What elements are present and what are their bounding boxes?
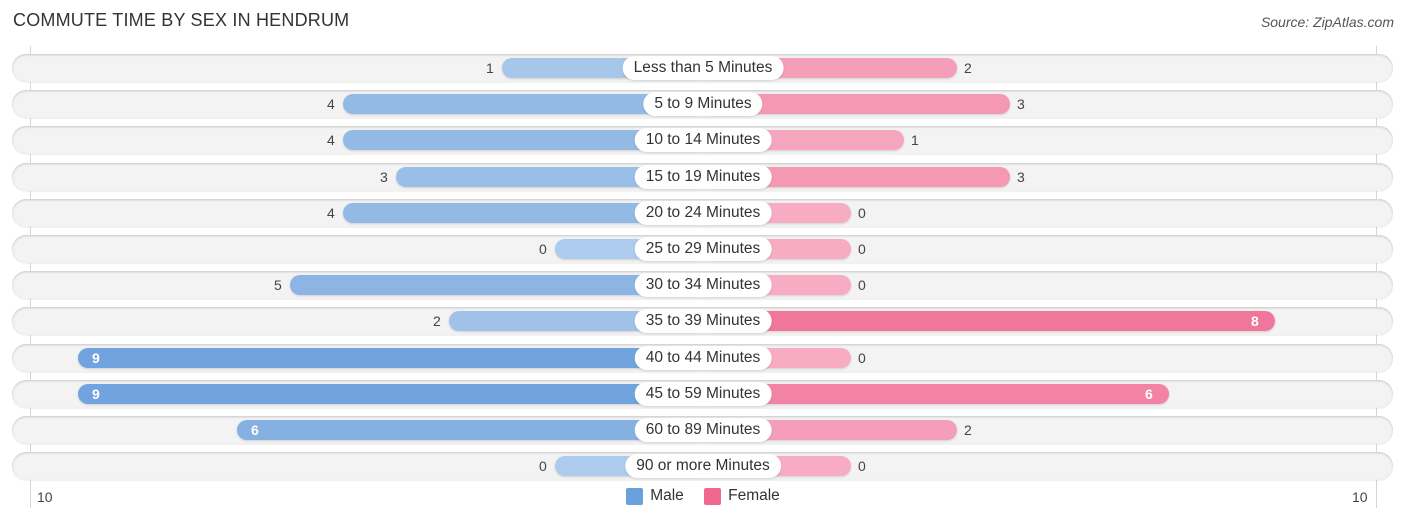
category-label: 40 to 44 Minutes [634,346,772,370]
source-label: Source: ZipAtlas.com [1260,14,1394,30]
bar-female[interactable] [703,384,1169,404]
value-label-female: 0 [858,277,866,293]
chart-title: COMMUTE TIME BY SEX IN HENDRUM [13,10,350,30]
value-label-male: 1 [486,60,494,76]
value-label-female: 0 [858,241,866,257]
legend-label-male: Male [650,487,684,504]
category-label: 15 to 19 Minutes [634,165,772,189]
value-label-female: 1 [911,132,919,148]
category-label: 60 to 89 Minutes [634,418,772,442]
legend: Male Female [0,487,1406,510]
value-label-female: 0 [858,458,866,474]
value-label-male: 4 [327,205,335,221]
bar-male[interactable] [237,420,703,440]
value-label-male: 4 [327,132,335,148]
value-label-female: 0 [858,205,866,221]
value-label-male: 9 [92,386,100,402]
value-label-male: 9 [92,350,100,366]
category-label: 5 to 9 Minutes [643,92,763,116]
value-label-male: 3 [380,169,388,185]
category-label: 10 to 14 Minutes [634,128,772,152]
value-label-male: 0 [539,241,547,257]
value-label-female: 0 [858,350,866,366]
category-label: 45 to 59 Minutes [634,382,772,406]
value-label-female: 8 [1251,313,1259,329]
legend-swatch-female [704,487,722,505]
category-label: 35 to 39 Minutes [634,309,772,333]
value-label-male: 2 [433,313,441,329]
bar-male[interactable] [78,348,703,368]
legend-swatch-male [626,487,644,505]
category-label: 20 to 24 Minutes [634,201,772,225]
value-label-male: 4 [327,96,335,112]
category-label: Less than 5 Minutes [622,56,784,80]
value-label-male: 5 [274,277,282,293]
legend-item-female[interactable]: Female [704,487,780,505]
value-label-female: 2 [964,422,972,438]
bar-male[interactable] [78,384,703,404]
bar-female[interactable] [703,311,1275,331]
value-label-female: 2 [964,60,972,76]
value-label-male: 6 [251,422,259,438]
value-label-male: 0 [539,458,547,474]
legend-item-male[interactable]: Male [626,487,684,505]
value-label-female: 3 [1017,96,1025,112]
value-label-female: 6 [1145,386,1153,402]
legend-label-female: Female [728,487,780,504]
category-label: 30 to 34 Minutes [634,273,772,297]
category-label: 90 or more Minutes [625,454,781,478]
value-label-female: 3 [1017,169,1025,185]
category-label: 25 to 29 Minutes [634,237,772,261]
